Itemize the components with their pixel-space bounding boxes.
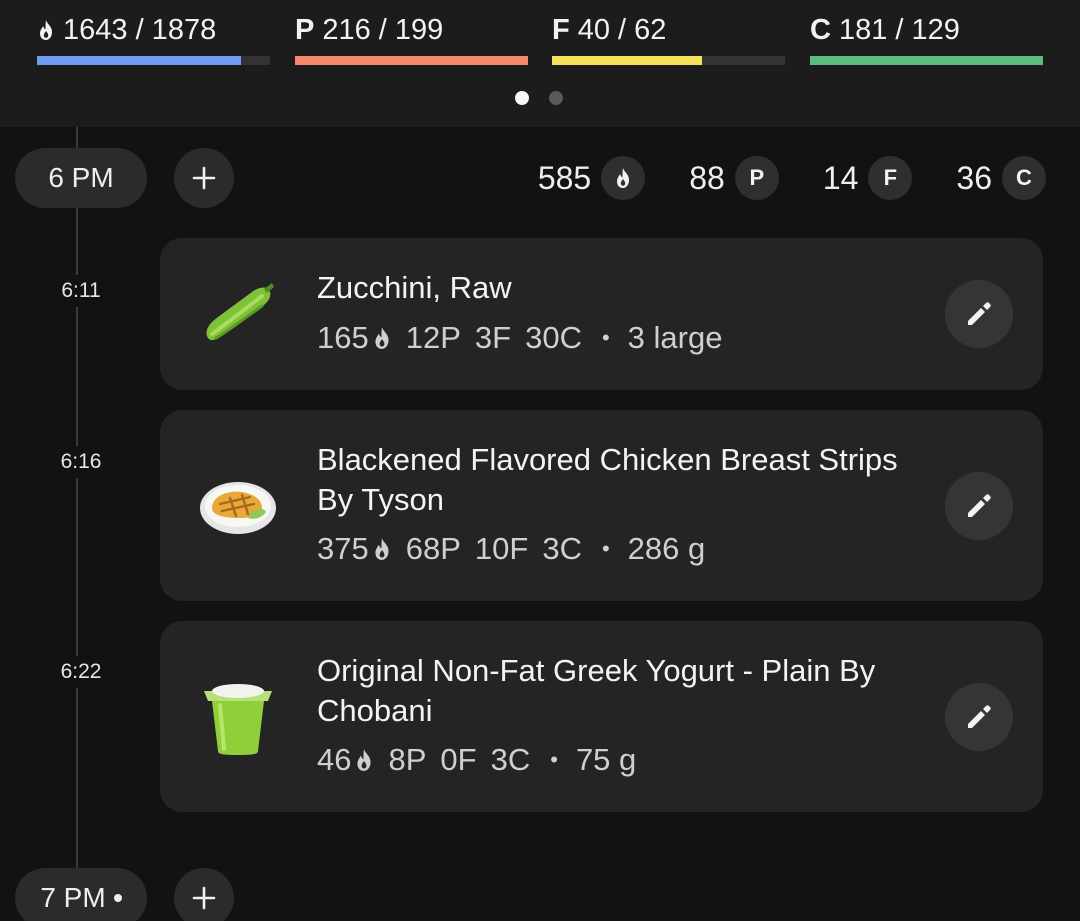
food-carbs: 3C — [490, 742, 531, 777]
total-carbs-value: 36 — [956, 159, 992, 196]
food-fat: 0F — [440, 742, 477, 777]
food-calories-value: 46 — [317, 742, 352, 777]
food-serving: 286 g — [627, 531, 706, 566]
total-fat-value: 14 — [822, 159, 859, 196]
food-nutrition-line: 375 68P 10F 3C • 286 g — [317, 531, 705, 567]
hour-pill-7pm[interactable]: 7 PM — [15, 868, 147, 921]
total-carbs: 36 C — [956, 156, 1046, 200]
hour-label: 7 PM — [40, 882, 106, 913]
plus-icon — [192, 886, 216, 910]
fat-summary: F 40 / 62 — [552, 12, 785, 68]
food-log-screen: 1643 / 1878 P 216 / 199 F 40 / 62 C 181 … — [0, 0, 1080, 921]
food-nutrition-line: 46 8P 0F 3C • 75 g — [317, 742, 636, 778]
edit-entry-button[interactable] — [945, 280, 1013, 348]
entry-time: 6:16 — [51, 446, 111, 478]
food-serving: 75 g — [575, 742, 637, 777]
fat-progress-bar — [552, 56, 785, 65]
add-food-button-7pm[interactable] — [174, 868, 234, 921]
separator-bullet: • — [601, 325, 610, 350]
hour-pill-6pm[interactable]: 6 PM — [15, 148, 147, 208]
food-calories: 46 — [317, 742, 374, 778]
protein-progress-bar — [295, 56, 528, 65]
carbs-summary: C 181 / 129 — [810, 12, 1043, 68]
fat-prefix: F — [552, 13, 570, 46]
carbs-progress-fill — [810, 56, 1043, 65]
flame-icon — [354, 748, 374, 772]
protein-progress-fill — [295, 56, 528, 65]
food-protein: 8P — [388, 742, 427, 777]
total-calories-value: 585 — [537, 159, 592, 196]
separator-bullet: • — [601, 536, 610, 561]
food-name: Original Non-Fat Greek Yogurt - Plain By… — [317, 653, 876, 728]
plus-icon — [192, 166, 216, 190]
fat-progress-fill — [552, 56, 703, 65]
flame-icon — [37, 19, 55, 41]
fat-badge: F — [868, 156, 913, 200]
food-entry-card[interactable]: Zucchini, Raw 165 12P 3F 30C • 3 large — [160, 238, 1043, 390]
hour-totals-6pm: 585 88 P 14 F 36 C — [494, 150, 1046, 206]
hour-label: 6 PM — [48, 162, 114, 193]
food-calories-value: 165 — [317, 320, 369, 355]
flame-icon — [617, 168, 630, 188]
flame-icon — [372, 326, 392, 350]
food-name: Blackened Flavored Chicken Breast Strips… — [317, 442, 898, 517]
food-nutrition-line: 165 12P 3F 30C • 3 large — [317, 320, 722, 356]
food-carbs: 3C — [542, 531, 582, 566]
food-name: Zucchini, Raw — [317, 270, 512, 305]
add-food-button-6pm[interactable] — [174, 148, 234, 208]
calories-progress-bar — [37, 56, 270, 65]
food-calories: 165 — [317, 320, 392, 356]
zucchini-icon — [196, 272, 280, 356]
pencil-icon — [968, 705, 991, 728]
edit-entry-button[interactable] — [945, 683, 1013, 751]
calories-progress-fill — [37, 56, 241, 65]
total-protein: 88 P — [689, 156, 779, 200]
current-hour-indicator — [113, 894, 122, 902]
page-indicator — [515, 91, 563, 105]
pencil-icon — [968, 302, 991, 325]
page-dot-2[interactable] — [549, 91, 563, 105]
yogurt-cup-icon — [196, 675, 280, 759]
food-entry-card[interactable]: Original Non-Fat Greek Yogurt - Plain By… — [160, 621, 1043, 812]
food-entry-card[interactable]: Blackened Flavored Chicken Breast Strips… — [160, 410, 1043, 601]
calories-summary: 1643 / 1878 — [37, 12, 270, 68]
food-calories-value: 375 — [317, 531, 369, 566]
carbs-badge: C — [1002, 156, 1046, 200]
edit-entry-button[interactable] — [945, 472, 1013, 540]
food-carbs: 30C — [525, 320, 582, 355]
food-fat: 3F — [474, 320, 512, 355]
total-protein-value: 88 — [689, 159, 725, 196]
page-dot-1[interactable] — [515, 91, 529, 105]
protein-badge: P — [734, 156, 779, 200]
macro-summary-header[interactable]: 1643 / 1878 P 216 / 199 F 40 / 62 C 181 … — [0, 0, 1080, 127]
total-calories: 585 — [537, 156, 646, 200]
carbs-progress-bar — [810, 56, 1043, 65]
fat-label: 40 / 62 — [577, 13, 667, 46]
calories-badge — [601, 156, 646, 200]
protein-prefix: P — [295, 13, 315, 46]
flame-icon — [372, 537, 392, 561]
protein-summary: P 216 / 199 — [295, 12, 528, 68]
carbs-prefix: C — [810, 13, 831, 46]
entry-time: 6:22 — [51, 656, 111, 688]
food-protein: 68P — [405, 531, 461, 566]
food-fat: 10F — [474, 531, 529, 566]
food-calories: 375 — [317, 531, 392, 567]
separator-bullet: • — [550, 747, 558, 772]
food-serving: 3 large — [627, 320, 723, 355]
total-fat: 14 F — [823, 156, 913, 200]
calories-label: 1643 / 1878 — [63, 13, 217, 46]
protein-label: 216 / 199 — [322, 13, 444, 46]
chicken-plate-icon — [196, 464, 280, 548]
carbs-label: 181 / 129 — [838, 13, 960, 46]
entry-time: 6:11 — [51, 275, 111, 307]
food-protein: 12P — [405, 320, 461, 355]
pencil-icon — [968, 494, 991, 517]
timeline-line — [76, 127, 78, 887]
